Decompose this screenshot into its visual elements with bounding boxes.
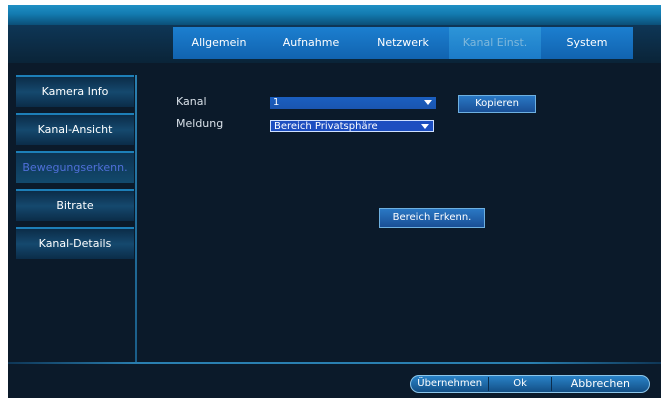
sidebar-item-kanal-ansicht[interactable]: Kanal-Ansicht <box>16 113 134 145</box>
horizontal-divider <box>8 362 661 364</box>
kanal-select[interactable]: 1 <box>270 97 436 109</box>
area-detection-button[interactable]: Bereich Erkenn. <box>379 208 485 228</box>
chevron-down-icon <box>421 124 429 129</box>
tab-bar: Allgemein Aufnahme Netzwerk Kanal Einst.… <box>173 27 635 59</box>
ok-button[interactable]: Ok <box>489 376 550 392</box>
meldung-select-value: Bereich Privatsphäre <box>274 121 378 132</box>
settings-window: Allgemein Aufnahme Netzwerk Kanal Einst.… <box>8 5 661 398</box>
copy-button[interactable]: Kopieren <box>458 95 536 113</box>
title-strip <box>8 5 661 25</box>
sidebar-item-kanal-details[interactable]: Kanal-Details <box>16 227 134 259</box>
apply-button[interactable]: Übernehmen <box>411 376 488 392</box>
kanal-select-value: 1 <box>273 97 280 108</box>
tab-aufnahme[interactable]: Aufnahme <box>265 27 357 59</box>
sidebar: Kamera Info Kanal-Ansicht Bewegungserken… <box>16 75 134 365</box>
tab-netzwerk[interactable]: Netzwerk <box>357 27 449 59</box>
tab-system[interactable]: System <box>541 27 633 59</box>
sidebar-item-kamera-info[interactable]: Kamera Info <box>16 75 134 107</box>
cancel-button[interactable]: Abbrechen <box>552 376 649 392</box>
kanal-label: Kanal <box>176 95 207 108</box>
tab-allgemein[interactable]: Allgemein <box>173 27 265 59</box>
chevron-down-icon <box>424 100 432 105</box>
meldung-select[interactable]: Bereich Privatsphäre <box>270 120 434 132</box>
vertical-divider <box>135 75 137 362</box>
sidebar-item-bewegungserkennung[interactable]: Bewegungserkenn. <box>16 151 134 183</box>
footer-button-bar: Übernehmen Ok Abbrechen <box>410 375 650 393</box>
tab-kanal-einst[interactable]: Kanal Einst. <box>449 27 541 59</box>
meldung-label: Meldung <box>176 117 224 130</box>
sidebar-item-bitrate[interactable]: Bitrate <box>16 189 134 221</box>
